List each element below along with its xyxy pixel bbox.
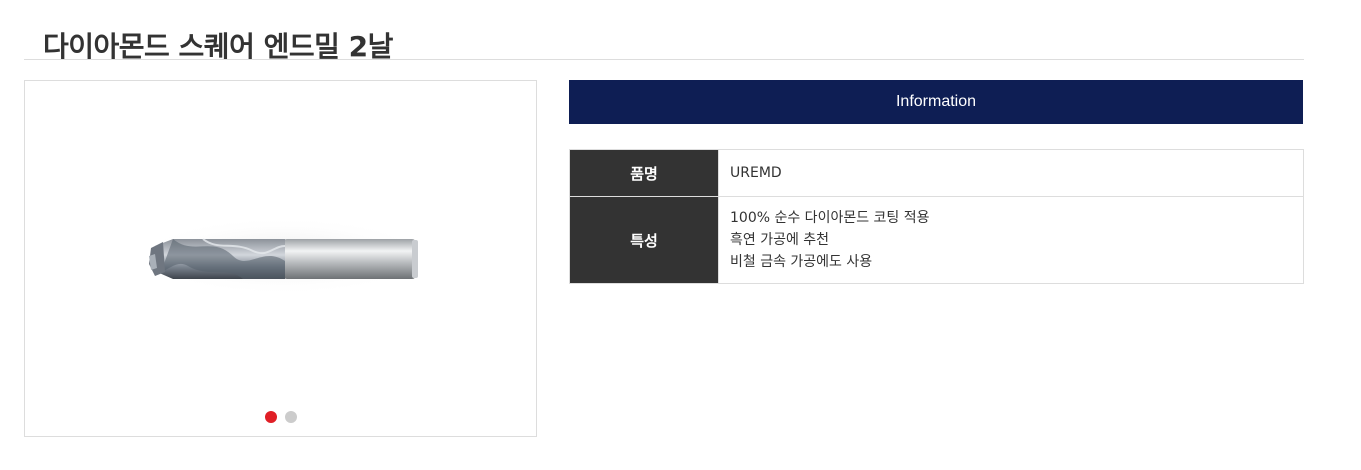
information-header: Information bbox=[569, 80, 1303, 124]
carousel-dot-2[interactable] bbox=[285, 411, 297, 423]
product-gallery bbox=[24, 80, 537, 437]
carousel-dot-1[interactable] bbox=[265, 411, 277, 423]
table-row: 품명 UREMD bbox=[569, 149, 1304, 197]
feature-line: 100% 순수 다이아몬드 코팅 적용 bbox=[730, 210, 930, 226]
feature-line: 흑연 가공에 추천 bbox=[730, 232, 830, 248]
end-mill-product-image bbox=[133, 216, 433, 296]
feature-line: 비철 금속 가공에도 사용 bbox=[730, 254, 873, 270]
page-title: 다이아몬드 스퀘어 엔드밀 2날 bbox=[43, 29, 393, 63]
spec-value-features: 100% 순수 다이아몬드 코팅 적용 흑연 가공에 추천 비철 금속 가공에도… bbox=[718, 196, 1304, 284]
spec-value-name: UREMD bbox=[718, 149, 1304, 197]
carousel-dots bbox=[265, 411, 297, 423]
spec-label-features: 특성 bbox=[569, 196, 719, 284]
spec-table: 품명 UREMD 특성 100% 순수 다이아몬드 코팅 적용 흑연 가공에 추… bbox=[569, 149, 1304, 284]
title-divider bbox=[24, 59, 1304, 60]
table-row: 특성 100% 순수 다이아몬드 코팅 적용 흑연 가공에 추천 비철 금속 가… bbox=[569, 196, 1304, 284]
spec-label-name: 품명 bbox=[569, 149, 719, 197]
